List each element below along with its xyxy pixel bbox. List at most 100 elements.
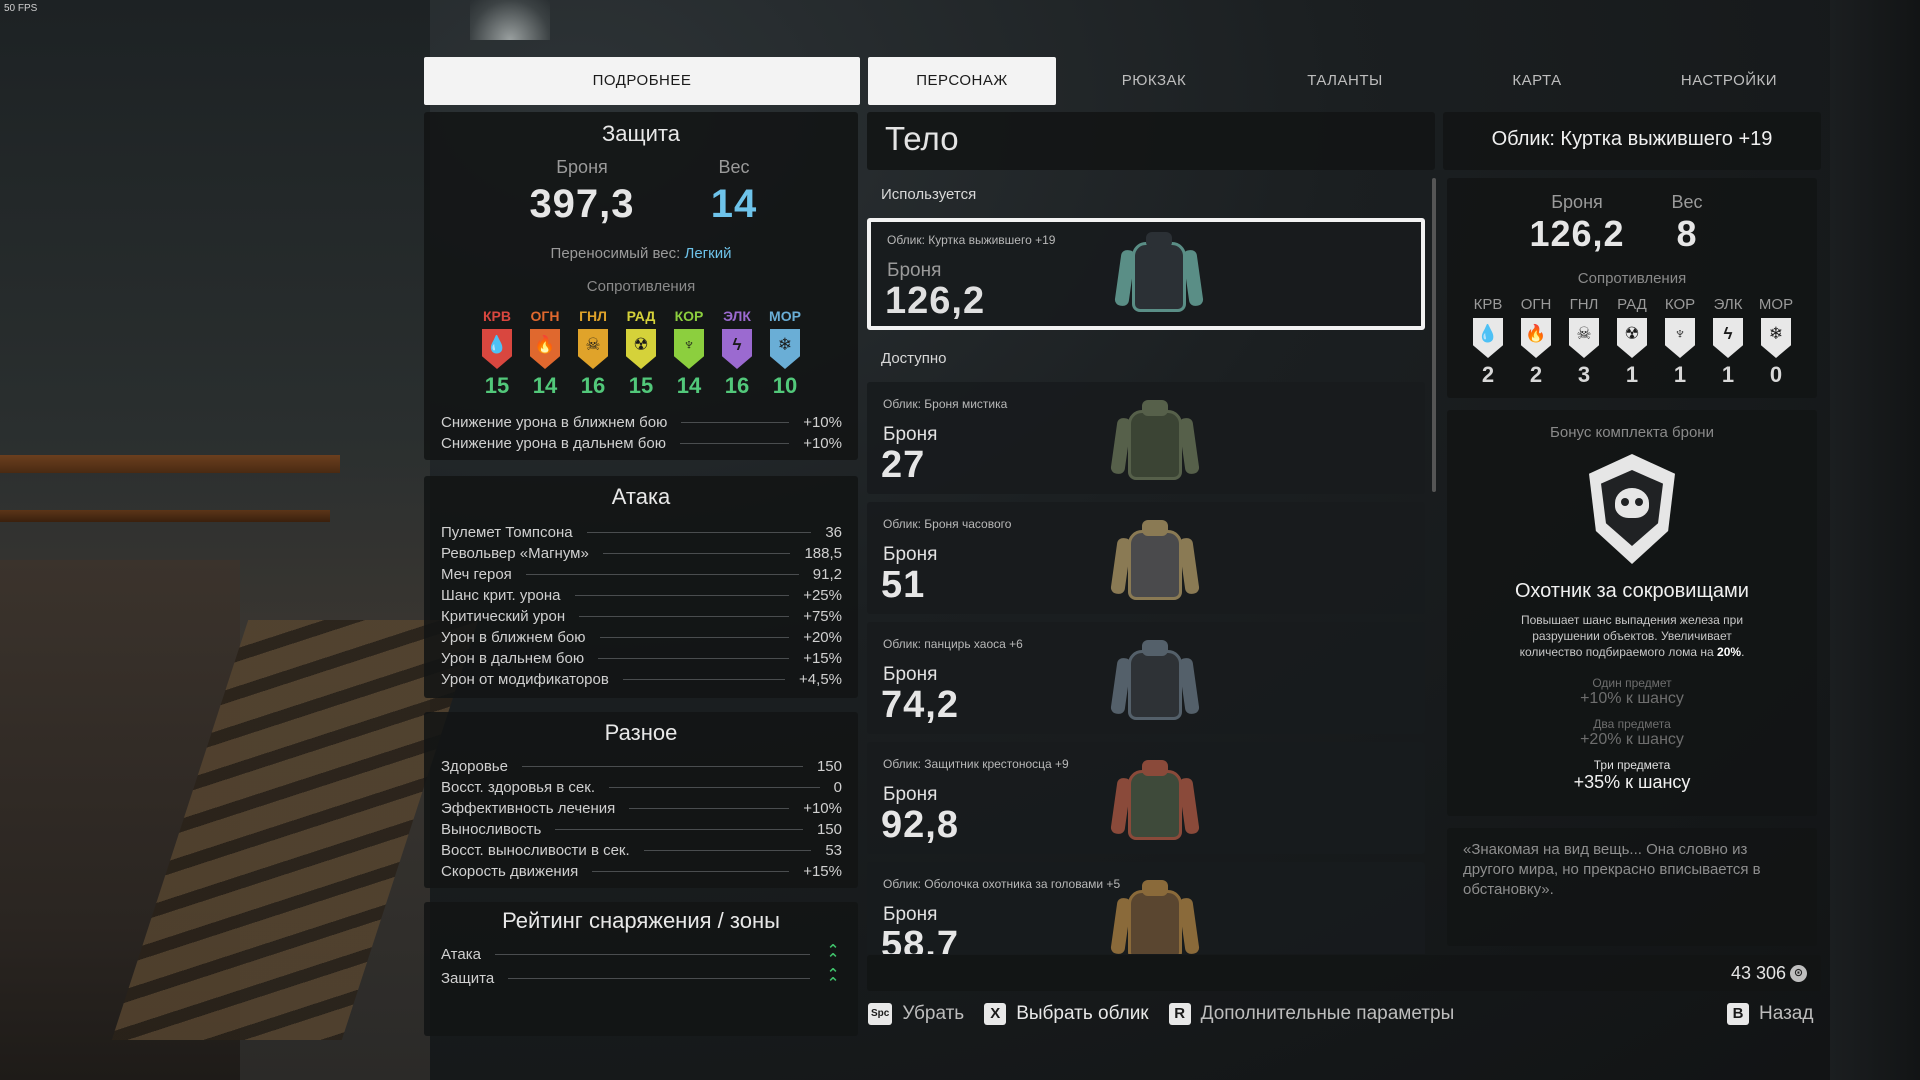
stat-row: Снижение урона в ближнем бою +10% [441, 414, 842, 431]
armor-value: 397,3 [529, 182, 635, 226]
available-item[interactable]: Облик: Броня часового Броня 51 [867, 502, 1425, 614]
resistance-ЭЛК: ЭЛК ϟ 16 [713, 308, 761, 399]
list-scrollbar[interactable] [1432, 178, 1436, 492]
armor-icon [1110, 516, 1200, 608]
resistance-code: ЭЛК [723, 308, 751, 324]
selected-resist-title: Сопротивления [1577, 270, 1687, 287]
stat-row: Снижение урона в дальнем бою +10% [441, 435, 842, 452]
resistance-ОГН: ОГН 🔥 2 [1512, 296, 1560, 388]
rating-row-defense: Защита ⌃ ⌃ [441, 967, 842, 991]
item-stat-label: Броня [883, 664, 938, 685]
resistance-value: 14 [676, 373, 702, 398]
resistance-code: ГНЛ [1569, 296, 1599, 313]
resistance-code: ОГН [1520, 296, 1552, 313]
set-bonus-title: Бонус комплекта брони [1550, 424, 1714, 441]
stat-value: 150 [816, 758, 842, 775]
tab-settings[interactable]: НАСТРОЙКИ [1634, 57, 1824, 105]
tab-backpack[interactable]: РЮКЗАК [1060, 57, 1248, 105]
jacket-icon [1114, 228, 1204, 320]
selected-item-title: Облик: Куртка выжившего +19 [1491, 128, 1773, 150]
lightning-icon: ϟ [1713, 318, 1743, 358]
treasure-hunter-emblem-icon [1589, 454, 1675, 564]
stat-value: +75% [803, 608, 842, 625]
tab-map[interactable]: КАРТА [1442, 57, 1632, 105]
select-skin-prompt[interactable]: X Выбрать облик [984, 1003, 1149, 1025]
stat-row: Пулемет Томпсона 36 [441, 522, 842, 543]
tab-talents[interactable]: ТАЛАНТЫ [1250, 57, 1440, 105]
stat-name: Пулемет Томпсона [441, 524, 573, 541]
selected-armor-value: 126,2 [1529, 213, 1625, 254]
stat-row: Восст. здоровья в сек. 0 [441, 777, 842, 798]
resistance-code: КРВ [1473, 296, 1503, 313]
tab-details[interactable]: ПОДРОБНЕЕ [424, 57, 860, 105]
stat-value: 91,2 [812, 566, 842, 583]
weight-label: Вес [718, 157, 750, 177]
stat-value: 36 [825, 524, 842, 541]
stat-name: Урон в ближнем бою [441, 629, 586, 646]
corrosion-icon: ♆ [1665, 318, 1695, 358]
stat-name: Восст. выносливости в сек. [441, 842, 630, 859]
fire-icon: 🔥 [530, 329, 560, 369]
stat-value: +4,5% [799, 671, 842, 688]
tab-character[interactable]: ПЕРСОНАЖ [868, 57, 1056, 105]
resistance-code: РАД [626, 308, 656, 324]
stat-value: +25% [803, 587, 842, 604]
key-space-icon: Spc [868, 1003, 893, 1025]
flavor-text: «Знакомая на вид вещь... Она словно из д… [1463, 841, 1761, 898]
resistance-КОР: КОР ♆ 14 [665, 308, 713, 399]
back-prompt[interactable]: B Назад [1727, 1003, 1813, 1025]
remove-prompt[interactable]: Spc Убрать [868, 1003, 964, 1025]
frost-icon: ❄ [770, 329, 800, 369]
resistance-code: МОР [769, 308, 801, 324]
resistance-КОР: КОР ♆ 1 [1656, 296, 1704, 388]
more-options-prompt[interactable]: R Дополнительные параметры [1168, 1003, 1454, 1025]
lightning-icon: ϟ [722, 329, 752, 369]
set-bonus-panel: Бонус комплекта брони Охотник за сокрови… [1447, 410, 1817, 816]
key-r-icon: R [1168, 1003, 1191, 1025]
item-stat-value: 27 [881, 444, 926, 486]
armor-icon [1110, 756, 1200, 848]
weight-value: 14 [710, 182, 758, 226]
attack-title: Атака [611, 484, 671, 509]
stat-value: 188,5 [804, 545, 842, 562]
armor-stat: Броня 397,3 [512, 157, 652, 227]
rating-row-attack: Атака ⌃ ⌃ [441, 943, 842, 967]
key-b-icon: B [1727, 1003, 1749, 1025]
available-item[interactable]: Облик: панцирь хаоса +6 Броня 74,2 [867, 622, 1425, 734]
available-item[interactable]: Облик: Броня мистика Броня 27 [867, 382, 1425, 494]
resistance-value: 0 [1769, 362, 1783, 387]
stat-row: Урон в дальнем бою +15% [441, 648, 842, 669]
resistance-value: 16 [580, 373, 606, 398]
selected-armor-stat: Броня 126,2 [1517, 192, 1637, 255]
top-tabs: ПОДРОБНЕЕ ПЕРСОНАЖ РЮКЗАК ТАЛАНТЫ КАРТА … [424, 57, 1780, 105]
armor-label: Броня [556, 157, 608, 177]
equipped-item[interactable]: Облик: Куртка выжившего +19 Броня 126,2 [867, 218, 1425, 330]
stat-name: Меч героя [441, 566, 512, 583]
stat-row: Урон в ближнем бою +20% [441, 627, 842, 648]
resistance-МОР: МОР ❄ 10 [761, 308, 809, 399]
skin-list[interactable]: Используется Облик: Куртка выжившего +19… [867, 178, 1435, 954]
resistance-value: 1 [1625, 362, 1639, 387]
stat-name: Шанс крит. урона [441, 587, 561, 604]
resistance-code: ГНЛ [579, 308, 607, 324]
stat-row: Скорость движения +15% [441, 861, 842, 882]
stat-name: Здоровье [441, 758, 508, 775]
stat-name: Восст. здоровья в сек. [441, 779, 595, 796]
stat-value: 0 [833, 779, 842, 796]
stat-name: Урон в дальнем бою [441, 650, 585, 667]
resistance-value: 15 [484, 373, 510, 398]
resistance-КРВ: КРВ 💧 2 [1464, 296, 1512, 388]
item-stat-value: 58,7 [881, 924, 959, 954]
radiation-icon: ☢ [1617, 318, 1647, 358]
stat-row: Выносливость 150 [441, 819, 842, 840]
currency-amount: 43 306 [1730, 963, 1786, 983]
item-name: Облик: панцирь хаоса +6 [883, 637, 1023, 651]
resistance-row: КРВ 💧 15 ОГН 🔥 14 ГНЛ ☠ 16 РАД ☢ 15 КОР ♆ 14 ЭЛК ϟ 16 МОР ❄… [473, 308, 809, 399]
resistance-value: 3 [1577, 362, 1591, 387]
available-item[interactable]: Облик: Оболочка охотника за головами +5 Б… [867, 862, 1425, 954]
resistance-code: ЭЛК [1713, 296, 1743, 313]
item-name: Облик: Куртка выжившего +19 [887, 233, 1056, 247]
selected-resistance-row: КРВ 💧 2 ОГН 🔥 2 ГНЛ ☠ 3 РАД ☢ 1 КОР ♆ 1 ЭЛК ϟ 1 МОР ❄ 0 [1464, 296, 1800, 388]
available-item[interactable]: Облик: Защитник крестоносца +9 Броня 92,8 [867, 742, 1425, 854]
item-stat-value: 92,8 [881, 804, 959, 846]
